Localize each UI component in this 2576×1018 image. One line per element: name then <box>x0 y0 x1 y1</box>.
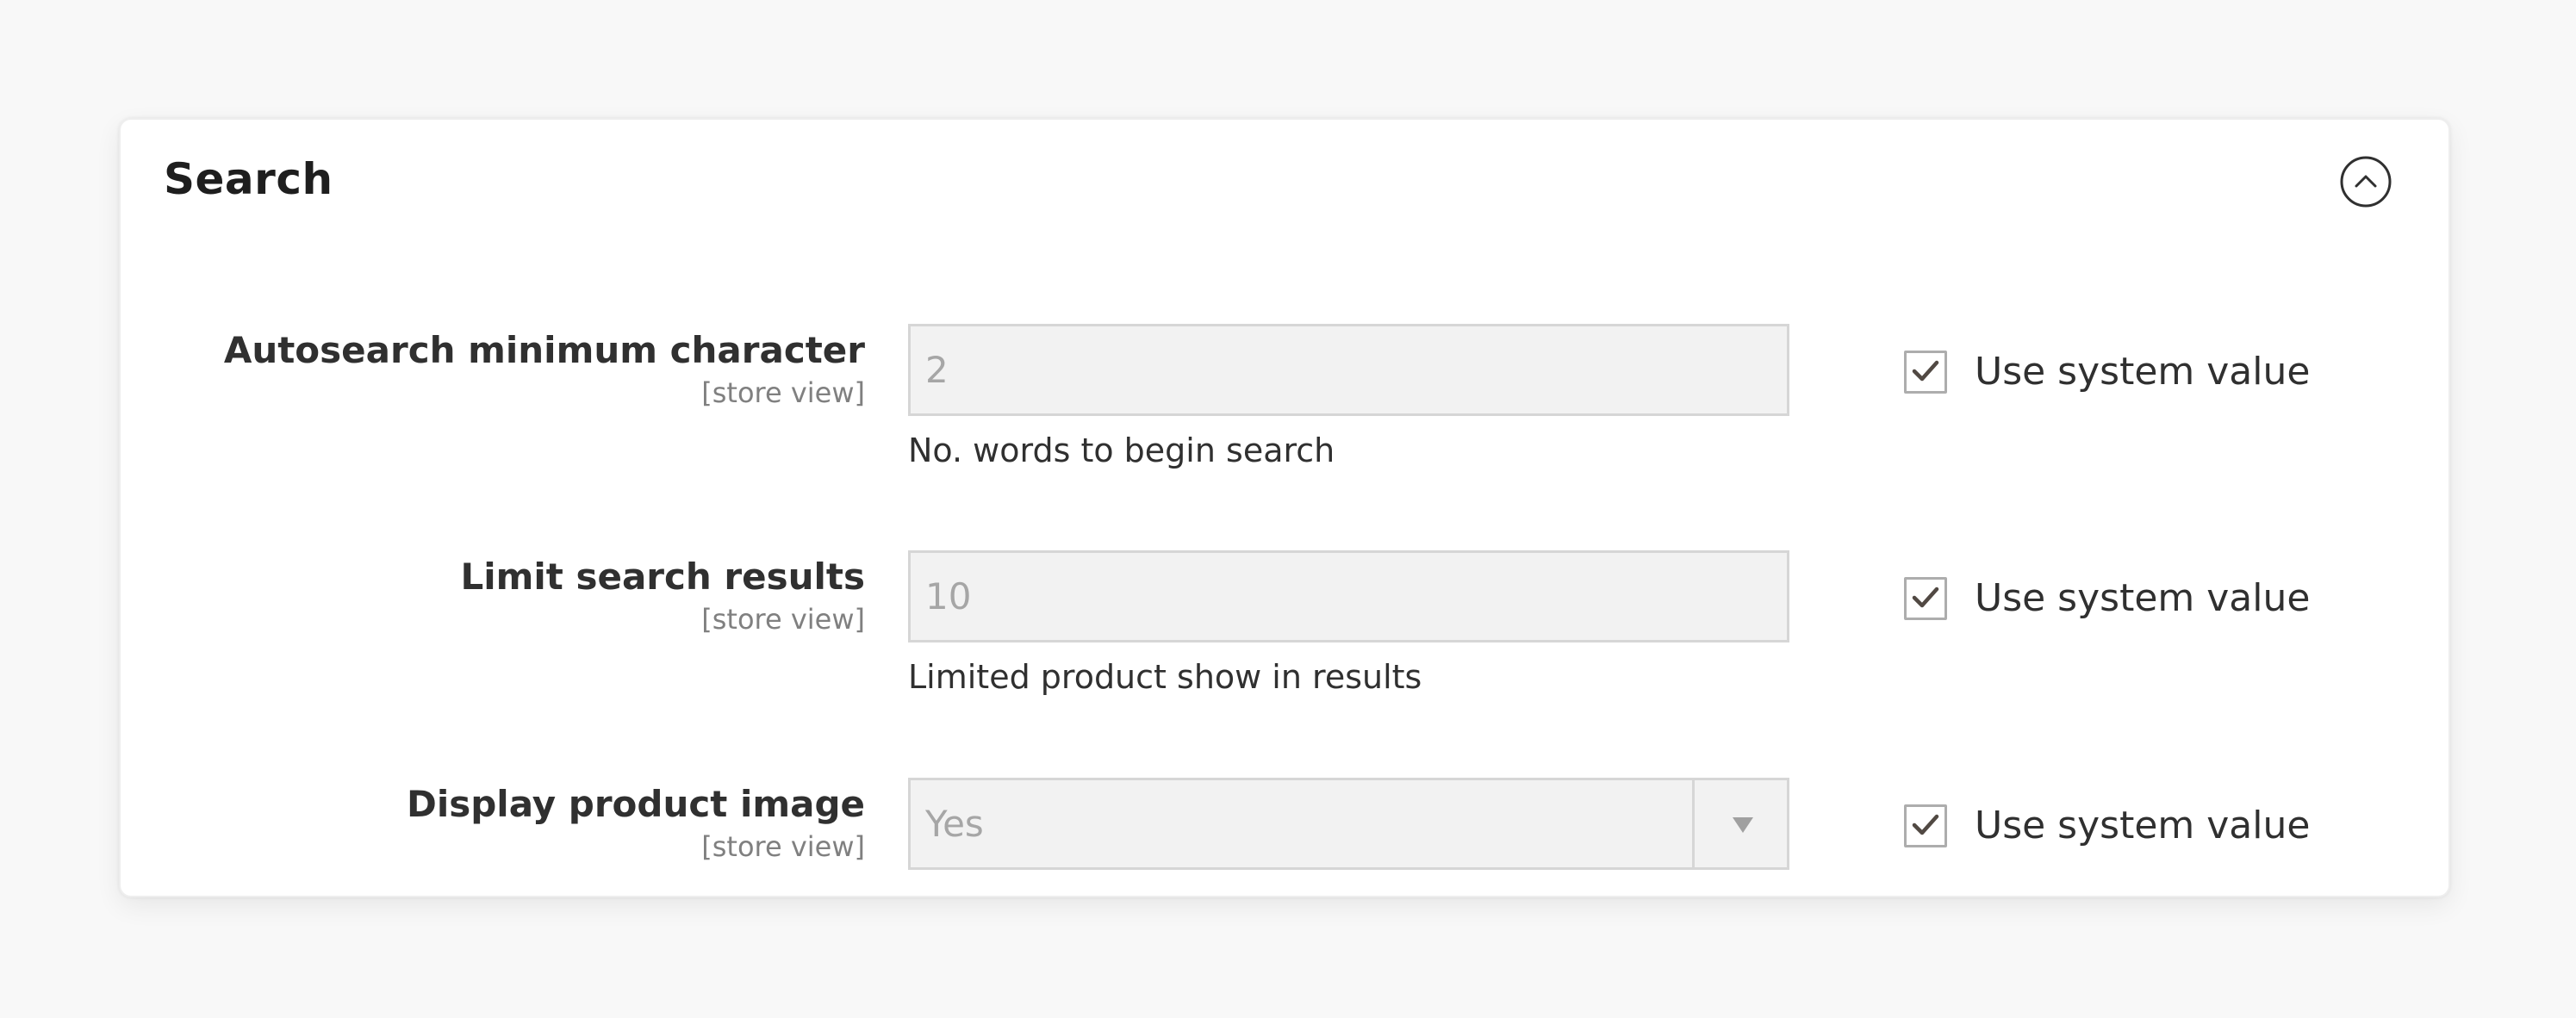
limit-search-results-input[interactable] <box>908 550 1789 642</box>
field-scope: [store view] <box>701 603 865 636</box>
field-hint: Limited product show in results <box>908 658 1422 696</box>
display-product-image-select[interactable]: Yes <box>908 778 1789 870</box>
use-system-value-label: Use system value <box>1975 804 2311 847</box>
collapse-section-button[interactable] <box>2338 154 2393 209</box>
use-system-value-checkbox[interactable]: Use system value <box>1904 576 2310 621</box>
autosearch-min-char-input[interactable] <box>908 324 1789 416</box>
checkbox[interactable] <box>1904 351 1947 394</box>
search-config-section: Search Autosearch minimum character [sto… <box>119 118 2450 897</box>
checkbox[interactable] <box>1904 577 1947 620</box>
select-value: Yes <box>925 803 984 845</box>
field-label: Limit search results [store view] <box>460 554 865 636</box>
field-row-display-product-image: Display product image [store view] Yes U… <box>121 778 2448 898</box>
field-label: Display product image [store view] <box>407 781 865 864</box>
section-title: Search <box>164 154 333 204</box>
use-system-value-checkbox[interactable]: Use system value <box>1904 804 2310 848</box>
caret-down-icon <box>1733 817 1753 833</box>
field-label: Autosearch minimum character [store view… <box>224 327 865 410</box>
field-label-text: Display product image <box>406 783 865 825</box>
checkmark-icon <box>1912 814 1939 835</box>
field-row-limit-search-results: Limit search results [store view] Limite… <box>121 550 2448 696</box>
checkbox[interactable] <box>1904 804 1947 847</box>
field-scope: [store view] <box>701 830 865 863</box>
select-toggle[interactable] <box>1692 780 1787 867</box>
field-label-text: Autosearch minimum character <box>223 329 865 371</box>
checkmark-icon <box>1912 587 1939 608</box>
field-label-text: Limit search results <box>460 556 865 598</box>
field-hint: No. words to begin search <box>908 431 1335 469</box>
field-row-autosearch-min-char: Autosearch minimum character [store view… <box>121 324 2448 469</box>
field-scope: [store view] <box>701 376 865 409</box>
use-system-value-checkbox[interactable]: Use system value <box>1904 350 2310 394</box>
use-system-value-label: Use system value <box>1975 576 2311 620</box>
checkmark-icon <box>1912 360 1939 382</box>
chevron-up-circle-icon <box>2340 156 2392 208</box>
use-system-value-label: Use system value <box>1975 350 2311 394</box>
